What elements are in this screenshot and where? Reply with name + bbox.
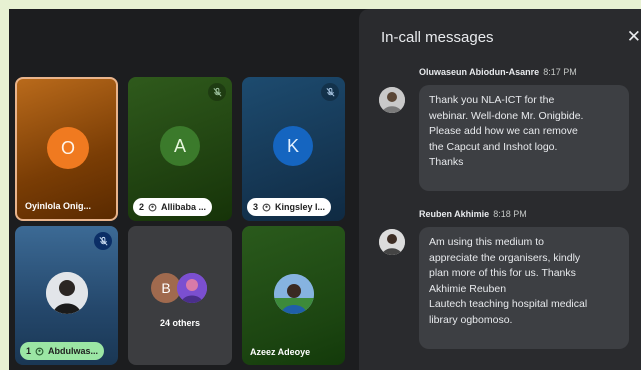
meeting-screen: O Oyinlola Onig... A 2 Allibaba ... K 3 … [9,9,641,370]
group-icon [35,347,44,355]
mic-off-icon [208,83,226,101]
participant-name: Allibaba ... [161,202,207,212]
participant-tile-kingsley[interactable]: K 3 Kingsley I... [242,77,345,221]
participant-group-pill[interactable]: 2 Allibaba ... [133,198,213,216]
participant-group-pill[interactable]: 1 Abdulwas... [20,342,105,360]
group-count: 2 [139,202,145,212]
message-bubble: Thank you NLA-ICT for the webinar. Well-… [419,85,629,191]
in-call-messages-panel: In-call messages ✕ Oluwaseun Abiodun-Asa… [359,9,641,370]
message-time: 8:17 PM [543,67,577,77]
panel-title: In-call messages [381,29,494,46]
participant-name: Oyinlola Onig... [25,201,92,211]
group-icon [262,203,271,211]
sender-name: Oluwaseun Abiodun-Asanre [419,67,540,77]
participant-photo [274,274,314,314]
participant-group-pill[interactable]: 3 Kingsley I... [247,198,332,216]
participant-tile-oyinlola[interactable]: O Oyinlola Onig... [15,77,118,221]
sender-avatar [379,229,405,255]
others-count-label: 24 others [159,318,201,328]
avatar: O [47,127,89,169]
message-bubble: Am using this medium to appreciate the o… [419,227,629,349]
message-sender: Reuben Akhimie 8:18 PM [419,209,527,219]
message-sender: Oluwaseun Abiodun-Asanre 8:17 PM [419,67,577,77]
close-icon[interactable]: ✕ [627,27,641,47]
participant-tile-allibaba[interactable]: A 2 Allibaba ... [128,77,232,221]
sender-avatar [379,87,405,113]
participant-photo [177,273,207,303]
participant-photo [46,272,88,314]
group-count: 1 [26,346,32,356]
others-tile[interactable]: B 24 others [128,226,232,365]
participant-name: Abdulwas... [48,346,99,356]
participant-tile-azeez[interactable]: Azeez Adeoye [242,226,345,365]
avatar: K [273,126,313,166]
participant-tile-abdulwas[interactable]: 1 Abdulwas... [15,226,118,365]
mic-off-icon [94,232,112,250]
participant-name: Azeez Adeoye [250,347,311,357]
participant-name: Kingsley I... [275,202,326,212]
message-time: 8:18 PM [493,209,527,219]
group-icon [148,203,157,211]
group-count: 3 [253,202,259,212]
sender-name: Reuben Akhimie [419,209,490,219]
mic-off-icon [321,83,339,101]
avatar: A [160,126,200,166]
